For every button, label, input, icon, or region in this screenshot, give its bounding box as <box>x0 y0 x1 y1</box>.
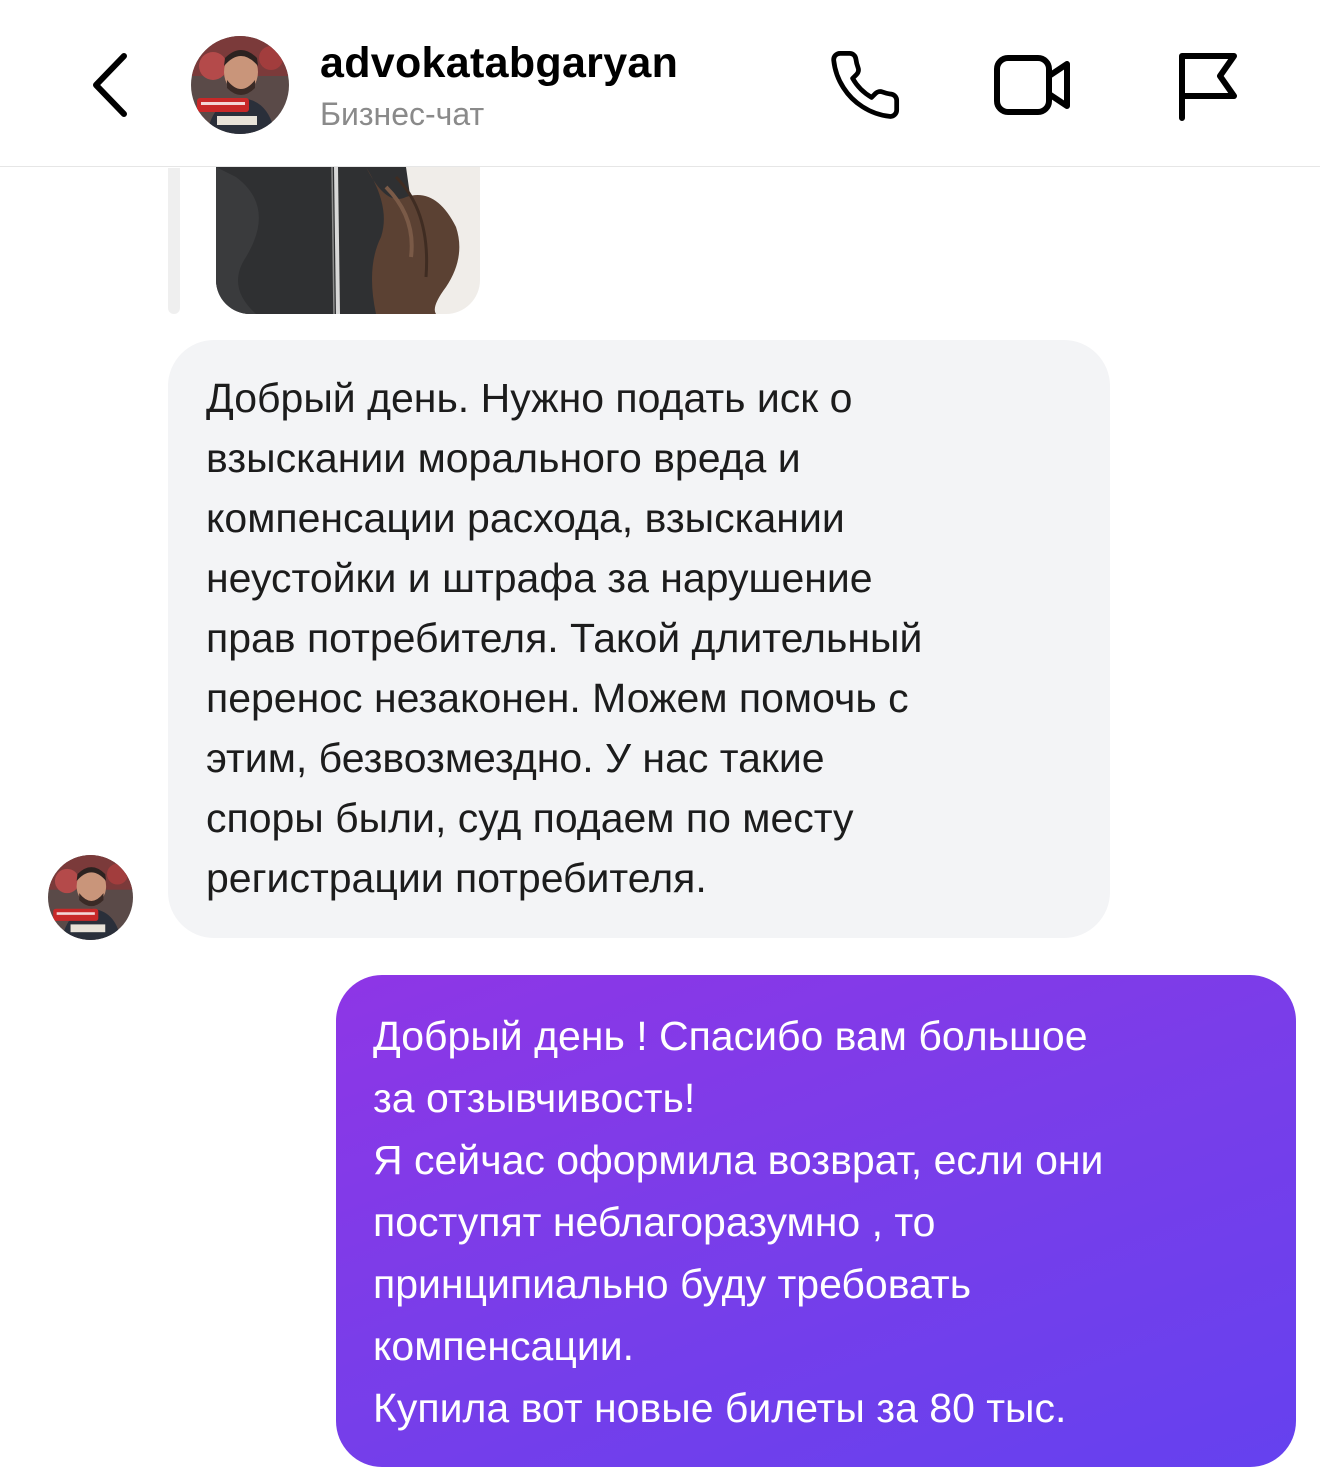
flag-icon <box>1179 53 1237 121</box>
incoming-message-text: Добрый день. Нужно подать иск о взыскани… <box>206 375 923 901</box>
chat-title-block[interactable]: advokatabgaryan Бизнес-чат <box>320 38 678 134</box>
back-button[interactable] <box>70 40 150 130</box>
contact-avatar[interactable] <box>191 36 289 134</box>
call-button[interactable] <box>820 40 910 130</box>
reply-thread-line <box>168 168 180 314</box>
shared-photo-message[interactable] <box>216 167 480 314</box>
phone-icon <box>831 50 900 119</box>
chevron-left-icon <box>93 53 127 117</box>
video-camera-icon <box>994 55 1070 115</box>
outgoing-message-bubble[interactable]: Добрый день ! Спасибо вам большое за отз… <box>336 975 1296 1467</box>
contact-username: advokatabgaryan <box>320 39 679 87</box>
chat-type-label: Бизнес-чат <box>320 96 485 132</box>
video-call-button[interactable] <box>988 40 1078 130</box>
outgoing-message-text: Добрый день ! Спасибо вам большое за отз… <box>373 1013 1104 1431</box>
sender-avatar[interactable] <box>48 855 133 940</box>
incoming-message-bubble[interactable]: Добрый день. Нужно подать иск о взыскани… <box>168 340 1110 938</box>
report-button[interactable] <box>1162 40 1252 130</box>
chat-header: advokatabgaryan Бизнес-чат <box>0 0 1320 167</box>
